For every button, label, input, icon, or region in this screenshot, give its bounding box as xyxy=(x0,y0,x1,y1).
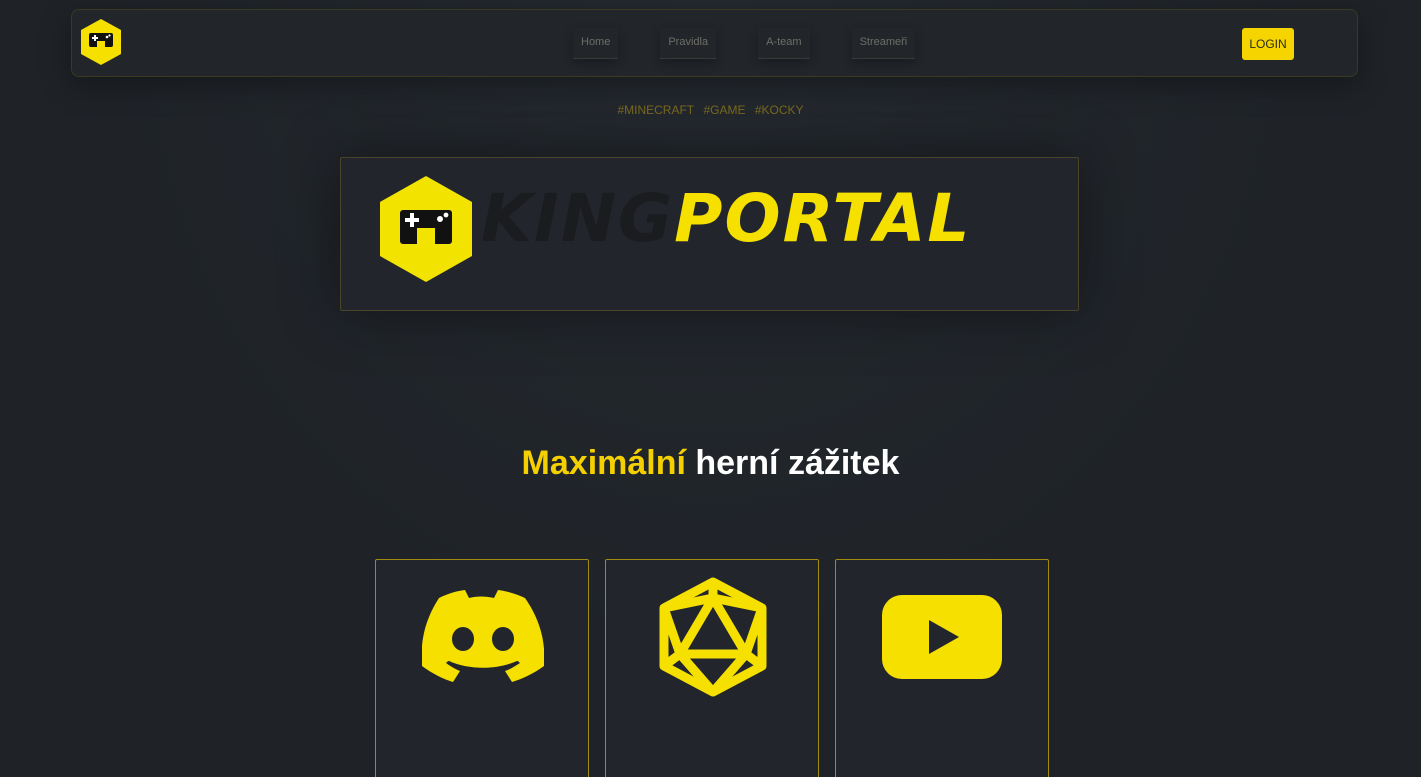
tag-list: #MINECRAFT #GAME #KOCKY xyxy=(0,103,1421,117)
nav-link-a-team[interactable]: A-team xyxy=(758,28,810,59)
tag-minecraft[interactable]: #MINECRAFT xyxy=(617,103,694,117)
main-nav: Home Pravidla A-team Streameři xyxy=(552,10,936,76)
nav-link-streameri[interactable]: Streameři xyxy=(851,28,916,59)
page-headline: Maximální herní zážitek xyxy=(0,444,1421,483)
card-youtube[interactable] xyxy=(835,559,1049,777)
gamepad-hex-icon xyxy=(380,176,472,282)
headline-accent: Maximální xyxy=(521,444,686,482)
feature-cards xyxy=(375,559,1065,777)
brand-wordmark: KINGPORTAL xyxy=(481,186,971,252)
login-button[interactable]: LOGIN xyxy=(1242,28,1294,60)
headline-rest: herní zážitek xyxy=(685,444,900,482)
gamepad-hex-icon[interactable] xyxy=(80,18,122,66)
discord-icon xyxy=(422,590,544,682)
card-discord[interactable] xyxy=(375,559,589,777)
youtube-icon xyxy=(882,595,1002,679)
tag-kocky[interactable]: #KOCKY xyxy=(755,103,804,117)
brand-part-portal: PORTAL xyxy=(674,180,972,257)
icosahedron-icon xyxy=(659,577,767,697)
nav-link-home[interactable]: Home xyxy=(573,28,619,59)
tag-game[interactable]: #GAME xyxy=(703,103,745,117)
nav-link-pravidla[interactable]: Pravidla xyxy=(660,28,717,59)
navbar: Home Pravidla A-team Streameři LOGIN xyxy=(71,9,1358,77)
card-icosahedron[interactable] xyxy=(605,559,819,777)
brand-part-king: KING xyxy=(481,180,675,257)
hero-banner: KINGPORTAL xyxy=(340,157,1079,311)
